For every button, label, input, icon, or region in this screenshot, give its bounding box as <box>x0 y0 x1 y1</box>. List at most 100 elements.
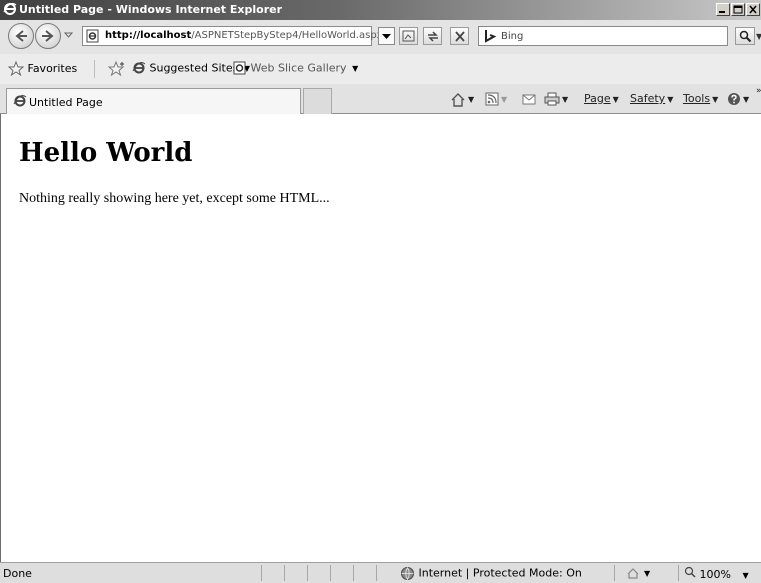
globe-icon <box>401 567 414 581</box>
ie-logo-icon <box>3 2 17 15</box>
address-bar: http://localhost/ASPNETStepByStep4/Hello… <box>0 20 761 54</box>
chevron-down-icon: ▼ <box>468 95 475 104</box>
status-panel <box>261 565 284 581</box>
zoom-icon <box>684 566 696 578</box>
rss-feed-icon <box>485 92 499 106</box>
home-button[interactable]: ▼ <box>450 92 474 107</box>
home-icon <box>451 93 465 107</box>
refresh-icon <box>428 31 438 42</box>
back-button[interactable] <box>8 23 34 49</box>
zoom-button[interactable]: 100% ▼ <box>684 566 749 581</box>
recent-pages-dropdown-icon[interactable] <box>64 30 73 39</box>
chevron-down-icon: ▼ <box>743 94 750 104</box>
bing-logo-icon <box>485 30 497 43</box>
chevron-down-icon: ▼ <box>644 568 651 578</box>
help-icon <box>728 93 740 105</box>
search-input[interactable]: Bing <box>478 26 728 46</box>
chevron-down-icon: ▼ <box>667 94 674 104</box>
close-button[interactable] <box>746 3 760 16</box>
address-url-path: /ASPNETStepByStep4/HelloWorld.aspx <box>191 30 383 41</box>
tools-menu-button[interactable]: Tools ▼ <box>683 92 718 105</box>
status-bar: Done Internet | Protected Mode: On ▼ 100… <box>0 562 761 583</box>
maximize-button[interactable] <box>731 3 745 16</box>
tab-untitled-page[interactable]: Untitled Page <box>6 88 301 114</box>
address-input[interactable]: http://localhost/ASPNETStepByStep4/Hello… <box>82 26 383 46</box>
status-panel <box>307 565 330 581</box>
window-title: Untitled Page - Windows Internet Explore… <box>19 3 283 16</box>
refresh-button[interactable] <box>423 27 442 45</box>
compatibility-view-icon <box>402 30 415 42</box>
ie-logo-icon <box>132 62 146 74</box>
protected-mode-button[interactable]: ▼ <box>626 566 650 580</box>
safety-menu-button[interactable]: Safety ▼ <box>630 92 673 105</box>
minimize-button[interactable] <box>716 3 730 16</box>
favorites-button[interactable]: Favorites <box>7 60 78 77</box>
more-commands-chevron-icon[interactable]: » <box>756 86 761 96</box>
browser-window: Untitled Page - Windows Internet Explore… <box>0 0 761 583</box>
add-favorite-star-icon <box>107 60 125 77</box>
forward-arrow-icon <box>42 30 54 42</box>
address-url-host: http://localhost <box>105 30 192 41</box>
web-slice-gallery-link[interactable]: Web Slice Gallery ▼ <box>233 61 358 75</box>
favorites-bar: Favorites Suggested Sites ▼ Web Slice Ga… <box>0 54 761 84</box>
search-icon <box>739 30 752 43</box>
status-separator <box>678 565 679 581</box>
chevron-down-icon: ▼ <box>612 94 619 104</box>
stop-x-icon <box>455 31 465 42</box>
page-content: Hello World Nothing really showing here … <box>0 114 761 562</box>
status-panel <box>284 565 307 581</box>
page-heading: Hello World <box>19 138 193 168</box>
chevron-down-icon: ▼ <box>501 94 508 104</box>
favorites-separator <box>94 60 95 78</box>
read-mail-button[interactable] <box>522 92 536 105</box>
tab-label: Untitled Page <box>29 96 103 109</box>
page-menu-button[interactable]: Page ▼ <box>584 92 619 105</box>
page-ie-icon <box>86 29 99 43</box>
tools-menu-label: Tools <box>683 92 711 105</box>
chevron-down-icon: ▼ <box>742 570 749 580</box>
add-to-favorites-bar-button[interactable] <box>107 60 126 77</box>
zoom-level: 100% <box>699 568 731 581</box>
tab-command-bar: Untitled Page ▼ ▼ ▼ Page ▼ Safety ▼ Tools ▼… <box>0 84 761 114</box>
back-arrow-icon <box>15 30 27 42</box>
security-zone-label: Internet | Protected Mode: On <box>418 566 582 580</box>
close-icon <box>749 5 757 14</box>
status-panel <box>376 565 399 581</box>
forward-button[interactable] <box>35 23 61 49</box>
status-panel <box>353 565 376 581</box>
maximize-icon <box>733 5 743 14</box>
search-button[interactable] <box>735 27 755 45</box>
search-placeholder: Bing <box>501 31 524 42</box>
favorites-label: Favorites <box>27 62 78 75</box>
mail-icon <box>522 94 536 105</box>
help-button[interactable]: ▼ <box>727 92 749 106</box>
print-button[interactable]: ▼ <box>544 92 568 106</box>
chevron-down-icon: ▼ <box>562 94 569 104</box>
minimize-icon <box>719 11 725 13</box>
status-text: Done <box>3 567 32 580</box>
title-bar: Untitled Page - Windows Internet Explore… <box>0 0 761 20</box>
star-icon <box>7 60 25 77</box>
chevron-down-icon <box>382 34 391 39</box>
new-tab-button[interactable] <box>303 88 332 114</box>
page-menu-label: Page <box>584 92 611 105</box>
status-separator <box>614 565 615 581</box>
ie-logo-icon <box>13 95 27 107</box>
stop-button[interactable] <box>450 27 469 45</box>
address-dropdown-button[interactable] <box>378 27 395 45</box>
safety-menu-label: Safety <box>630 92 666 105</box>
page-body-text: Nothing really showing here yet, except … <box>19 191 330 206</box>
web-slice-gallery-label: Web Slice Gallery <box>250 61 347 75</box>
protected-mode-icon <box>627 568 639 579</box>
suggested-sites-label: Suggested Sites <box>149 61 239 75</box>
chevron-down-icon: ▼ <box>712 94 719 104</box>
printer-icon <box>544 92 560 106</box>
status-panel <box>330 565 353 581</box>
security-zone[interactable]: Internet | Protected Mode: On <box>400 566 582 581</box>
search-options-dropdown-icon[interactable]: ▼ <box>756 32 761 41</box>
chevron-down-icon: ▼ <box>352 63 359 73</box>
compatibility-view-button[interactable] <box>399 27 418 45</box>
feeds-button[interactable]: ▼ <box>485 92 507 106</box>
address-url: http://localhost/ASPNETStepByStep4/Hello… <box>105 30 383 41</box>
page-ie-icon <box>233 61 246 75</box>
